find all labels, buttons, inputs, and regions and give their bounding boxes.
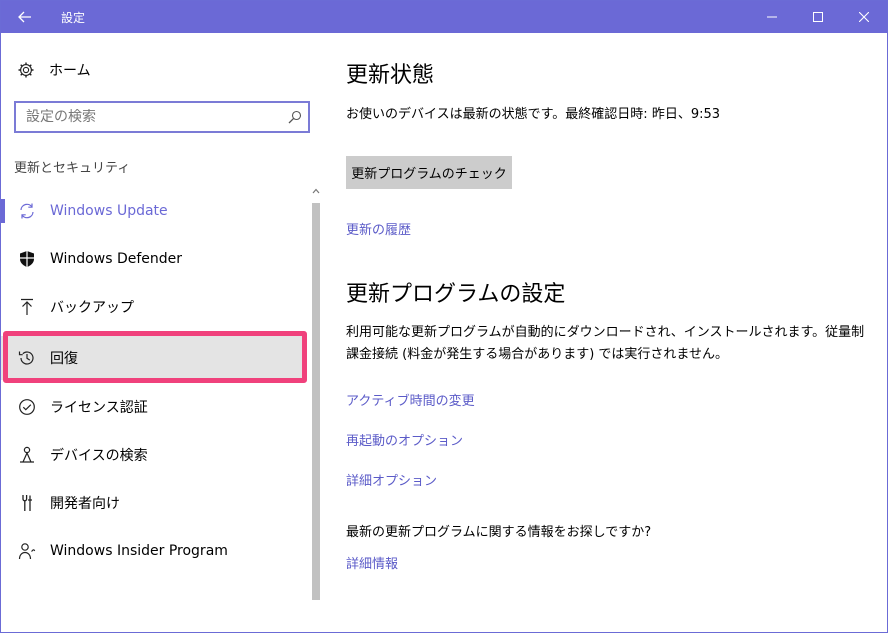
update-status-heading: 更新状態: [346, 63, 435, 88]
active-indicator: [1, 199, 5, 223]
close-icon: [859, 12, 869, 22]
home-label: ホーム: [49, 63, 91, 79]
nav-item-find-device[interactable]: デバイスの検索: [1, 433, 307, 477]
active-hours-link[interactable]: アクティブ時間の変更: [346, 390, 475, 409]
scrollbar-thumb[interactable]: [312, 203, 320, 600]
nav-item-recovery[interactable]: 回復: [1, 336, 307, 380]
update-settings-heading: 更新プログラムの設定: [346, 282, 566, 307]
nav-item-label: Windows Update: [50, 203, 168, 219]
back-arrow-icon: [18, 11, 31, 23]
nav-item-label: 回復: [50, 351, 78, 367]
person-location-icon: [17, 445, 37, 465]
minimize-icon: [767, 16, 777, 18]
refresh-icon: [17, 201, 37, 221]
sidebar-scrollbar[interactable]: [310, 183, 322, 632]
nav-item-windows-insider[interactable]: Windows Insider Program: [1, 529, 307, 573]
back-button[interactable]: [1, 1, 49, 33]
learn-more-link[interactable]: 詳細情報: [346, 553, 398, 572]
section-title: 更新とセキュリティ: [14, 161, 131, 176]
nav-item-windows-defender[interactable]: Windows Defender: [1, 237, 307, 281]
advanced-options-link[interactable]: 詳細オプション: [346, 470, 437, 489]
nav-item-windows-update[interactable]: Windows Update: [1, 189, 307, 233]
title-bar: 設定: [1, 1, 887, 33]
check-circle-icon: [17, 397, 37, 417]
settings-window: 設定 ホーム 設定の検索 更新とセキュリティ Windows Update Wi…: [0, 0, 888, 633]
developer-tools-icon: [17, 493, 37, 513]
update-settings-text: 利用可能な更新プログラムが自動的にダウンロードされ、インストールされます。従量制…: [346, 325, 865, 362]
nav-item-developers[interactable]: 開発者向け: [1, 481, 307, 525]
nav-item-backup[interactable]: バックアップ: [1, 285, 307, 329]
nav-item-label: バックアップ: [50, 300, 134, 316]
backup-arrow-icon: [17, 297, 37, 317]
gear-icon: [18, 62, 34, 78]
shield-icon: [17, 249, 37, 269]
home-nav-item[interactable]: ホーム: [17, 59, 91, 81]
search-icon[interactable]: [282, 104, 308, 130]
check-for-updates-button[interactable]: 更新プログラムのチェック: [346, 156, 512, 189]
update-status-text: お使いのデバイスは最新の状態です。最終確認日時: 昨日、9:53: [346, 107, 721, 122]
insider-person-icon: [17, 541, 37, 561]
nav-item-label: デバイスの検索: [50, 448, 148, 464]
nav-item-label: Windows Insider Program: [50, 543, 228, 559]
settings-search-box[interactable]: [14, 101, 310, 133]
nav-item-activation[interactable]: ライセンス認証: [1, 385, 307, 429]
maximize-icon: [813, 12, 823, 22]
minimize-button[interactable]: [749, 1, 795, 33]
sidebar: ホーム 更新とセキュリティ Windows: [1, 33, 323, 632]
history-icon: [17, 348, 37, 368]
main-content: 更新状態 お使いのデバイスは最新の状態です。最終確認日時: 昨日、9:53 更新…: [346, 33, 886, 632]
nav-item-label: ライセンス認証: [50, 400, 148, 416]
nav-item-label: 開発者向け: [50, 496, 120, 512]
scroll-up-arrow-icon[interactable]: [310, 185, 322, 197]
window-title: 設定: [61, 11, 86, 25]
restart-options-link[interactable]: 再起動のオプション: [346, 430, 463, 449]
maximize-button[interactable]: [795, 1, 841, 33]
info-question-text: 最新の更新プログラムに関する情報をお探しですか?: [346, 525, 652, 540]
search-input[interactable]: [26, 109, 282, 125]
nav-item-label: Windows Defender: [50, 251, 183, 267]
update-history-link[interactable]: 更新の履歴: [346, 219, 411, 238]
close-button[interactable]: [841, 1, 887, 33]
